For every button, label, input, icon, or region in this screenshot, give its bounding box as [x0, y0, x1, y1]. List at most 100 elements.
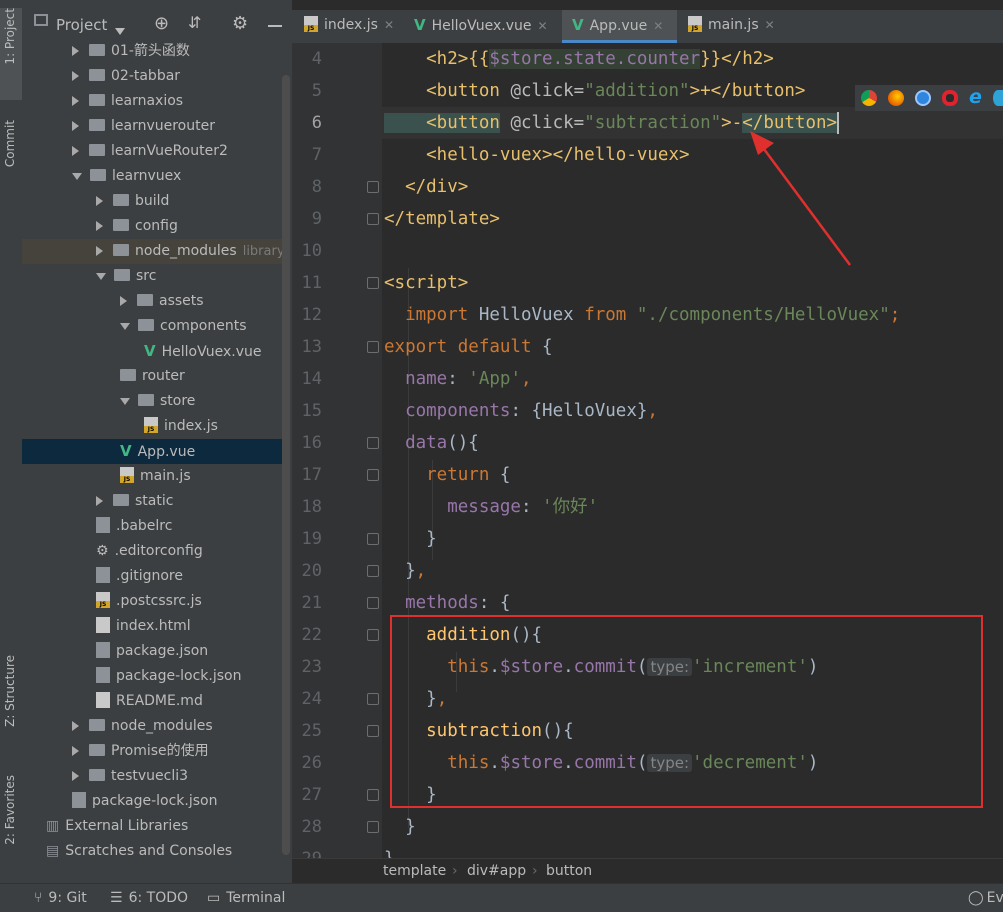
firefox-icon[interactable] [888, 90, 904, 106]
tree-item[interactable]: src [22, 264, 282, 289]
tree-item[interactable]: learnVueRouter2 [22, 139, 282, 164]
chevron-right-icon[interactable] [72, 46, 79, 56]
chevron-down-icon[interactable] [120, 322, 130, 330]
vue-file-icon: V [120, 442, 132, 460]
close-icon[interactable]: ✕ [537, 19, 547, 33]
chevron-right-icon[interactable] [72, 746, 79, 756]
chevron-right-icon[interactable] [72, 121, 79, 131]
tree-item[interactable]: node_modules [22, 714, 282, 739]
project-view-selector[interactable]: Project [56, 16, 107, 34]
tree-item[interactable]: ⚙ .editorconfig [22, 539, 282, 564]
git-tool-button[interactable]: ⑂ 9: Git [34, 884, 87, 912]
tree-item[interactable]: ▥ External Libraries [22, 814, 282, 839]
tree-item[interactable]: learnaxios [22, 89, 282, 114]
fold-marker[interactable] [367, 533, 379, 545]
edge-icon[interactable] [993, 90, 1003, 106]
fold-marker[interactable] [367, 277, 379, 289]
tree-item[interactable]: .babelrc [22, 514, 282, 539]
breadcrumb-item[interactable]: template [383, 859, 446, 884]
tree-item[interactable]: README.md [22, 689, 282, 714]
event-log-button[interactable]: ◯ Ev [968, 884, 1003, 912]
chevron-right-icon[interactable] [72, 721, 79, 731]
tree-item[interactable]: node_modules library roo [22, 239, 282, 264]
tree-item[interactable]: 02-tabbar [22, 64, 282, 89]
tree-item[interactable]: static [22, 489, 282, 514]
chevron-down-icon[interactable] [96, 272, 106, 280]
close-icon[interactable]: ✕ [765, 18, 775, 32]
close-icon[interactable]: ✕ [653, 19, 663, 33]
chevron-right-icon[interactable] [96, 246, 103, 256]
fold-marker[interactable] [367, 789, 379, 801]
fold-marker[interactable] [367, 597, 379, 609]
fold-marker[interactable] [367, 693, 379, 705]
fold-marker[interactable] [367, 341, 379, 353]
tool-tab-favorites[interactable]: 2: Favorites [0, 775, 22, 875]
fold-marker[interactable] [367, 629, 379, 641]
tree-item[interactable]: .postcssrc.js [22, 589, 282, 614]
opera-icon[interactable] [942, 90, 958, 106]
fold-marker[interactable] [367, 565, 379, 577]
tree-item[interactable]: index.js [22, 414, 282, 439]
chevron-right-icon[interactable] [96, 196, 103, 206]
locate-icon[interactable]: ⊕ [154, 13, 169, 34]
fold-marker[interactable] [367, 181, 379, 193]
tab-app-vue[interactable]: V App.vue ✕ [562, 10, 677, 43]
line-number: 27 [301, 785, 322, 805]
tree-item[interactable]: Promise的使用 [22, 739, 282, 764]
tab-main-js[interactable]: main.js ✕ [684, 10, 784, 43]
tree-item[interactable]: testvuecli3 [22, 764, 282, 789]
gear-icon[interactable]: ⚙ [232, 13, 248, 34]
chevron-down-icon[interactable] [72, 172, 82, 180]
tree-item[interactable]: 01-箭头函数 [22, 39, 282, 64]
tree-item[interactable]: components [22, 314, 282, 339]
chevron-right-icon[interactable] [96, 221, 103, 231]
tree-item[interactable]: ▤ Scratches and Consoles [22, 839, 282, 864]
tool-tab-commit[interactable]: Commit [0, 120, 22, 200]
chevron-right-icon[interactable] [120, 296, 127, 306]
todo-tool-button[interactable]: ☰ 6: TODO [110, 884, 188, 912]
tree-item[interactable]: V App.vue [22, 439, 282, 464]
tab-index-js[interactable]: index.js ✕ [298, 10, 402, 43]
tool-tab-structure[interactable]: Z: Structure [0, 655, 22, 755]
tree-item[interactable]: V HelloVuex.vue [22, 339, 282, 364]
tree-item[interactable]: package.json [22, 639, 282, 664]
tree-item[interactable]: .gitignore [22, 564, 282, 589]
line-number: 7 [311, 145, 322, 165]
chevron-right-icon[interactable] [72, 71, 79, 81]
chevron-right-icon[interactable] [72, 96, 79, 106]
fold-marker[interactable] [367, 725, 379, 737]
tab-hellovuex-vue[interactable]: V HelloVuex.vue ✕ [406, 10, 556, 43]
tree-item[interactable]: config [22, 214, 282, 239]
project-tree-scrollbar[interactable] [282, 75, 290, 855]
tree-item[interactable]: build [22, 189, 282, 214]
code-line-16: data(){ [384, 433, 479, 453]
tree-item[interactable]: package-lock.json [22, 789, 282, 814]
chevron-right-icon[interactable] [72, 771, 79, 781]
chevron-right-icon[interactable] [72, 146, 79, 156]
tool-tab-project[interactable]: 1: Project [0, 8, 22, 100]
tree-item[interactable]: store [22, 389, 282, 414]
chevron-down-icon[interactable] [120, 397, 130, 405]
tree-item[interactable]: main.js [22, 464, 282, 489]
fold-marker[interactable] [367, 213, 379, 225]
fold-marker[interactable] [367, 821, 379, 833]
collapse-all-icon[interactable]: ⇵ [188, 13, 201, 32]
safari-icon[interactable] [915, 90, 931, 106]
tree-item[interactable]: router [22, 364, 282, 389]
terminal-tool-button[interactable]: ▭ Terminal [207, 884, 285, 912]
close-icon[interactable]: ✕ [384, 18, 394, 32]
internet-explorer-icon[interactable]: e [969, 86, 982, 108]
breadcrumb-item[interactable]: div#app [467, 859, 526, 884]
tree-item[interactable]: package-lock.json [22, 664, 282, 689]
tree-item[interactable]: assets [22, 289, 282, 314]
tree-item[interactable]: index.html [22, 614, 282, 639]
tree-item[interactable]: learnvuerouter [22, 114, 282, 139]
chevron-right-icon[interactable] [96, 496, 103, 506]
fold-marker[interactable] [367, 469, 379, 481]
chevron-down-icon[interactable] [115, 23, 133, 39]
chrome-icon[interactable] [861, 90, 877, 106]
minimize-icon[interactable] [268, 25, 282, 27]
breadcrumb-item[interactable]: button [546, 859, 592, 884]
fold-marker[interactable] [367, 437, 379, 449]
tree-item[interactable]: learnvuex [22, 164, 282, 189]
